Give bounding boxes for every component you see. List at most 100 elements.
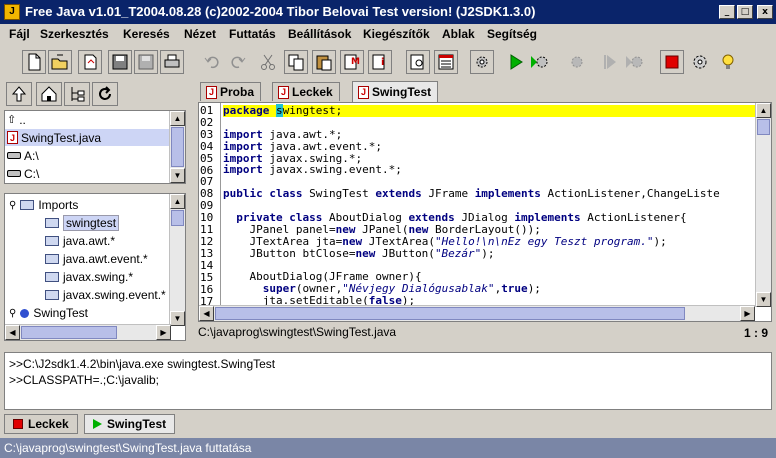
undo-icon[interactable]: [200, 50, 224, 74]
home-button[interactable]: [36, 82, 62, 106]
menu-settings[interactable]: Beállítások: [288, 27, 351, 41]
app-icon[interactable]: J: [4, 4, 20, 20]
list-item[interactable]: A:\: [5, 147, 171, 164]
cut-icon[interactable]: [256, 50, 280, 74]
menu-run[interactable]: Futtatás: [229, 27, 276, 41]
print-icon[interactable]: [160, 50, 184, 74]
tree-node-import[interactable]: javax.swing.*: [45, 268, 133, 286]
editor-hscrollbar[interactable]: ◀ ▶: [199, 305, 755, 321]
maximize-button[interactable]: □: [737, 5, 753, 19]
menu-bar: Fájl Szerkesztés Keresés Nézet Futtatás …: [0, 24, 776, 46]
save-all-icon[interactable]: [134, 50, 158, 74]
scroll-thumb[interactable]: [21, 326, 117, 339]
stop-icon[interactable]: [660, 50, 684, 74]
editor-vscrollbar[interactable]: ▲ ▼: [755, 103, 771, 307]
redo-icon[interactable]: [226, 50, 250, 74]
list-item-label: C:\: [24, 166, 40, 181]
preview-icon[interactable]: [406, 50, 430, 74]
output-console[interactable]: >>C:\J2sdk1.4.2\bin\java.exe swingtest.S…: [4, 352, 772, 410]
tree-node-label: swingtest: [63, 215, 120, 231]
tab-run-swingtest[interactable]: SwingTest: [84, 414, 176, 434]
step-icon[interactable]: [598, 50, 622, 74]
tree-node-class[interactable]: ⚲ SwingTest: [9, 304, 88, 322]
list-item[interactable]: C:\: [5, 165, 171, 182]
hint-icon[interactable]: [716, 50, 740, 74]
reload-icon[interactable]: [78, 50, 102, 74]
run-gear-icon[interactable]: [527, 50, 551, 74]
run-icon[interactable]: [504, 50, 528, 74]
code-area[interactable]: package swingtest; import java.awt.*; imp…: [223, 103, 755, 307]
menu-extensions[interactable]: Kiegészítők: [363, 27, 430, 41]
tree-view-button[interactable]: [64, 82, 90, 106]
go-up-button[interactable]: [6, 82, 32, 106]
package-icon: [45, 236, 59, 246]
expand-toggle-icon[interactable]: ⚲: [9, 308, 16, 319]
expand-toggle-icon[interactable]: ⚲: [9, 200, 16, 211]
java-file-icon: J: [278, 85, 289, 99]
tab-leckek[interactable]: J Leckek: [272, 82, 340, 101]
list-item[interactable]: ⇧ ..: [5, 111, 171, 128]
code-line: package swingtest;: [223, 104, 755, 117]
file-list-scrollbar[interactable]: ▲ ▼: [169, 111, 185, 183]
tree-node-import[interactable]: java.awt.event.*: [45, 250, 148, 268]
scroll-right-icon[interactable]: ▶: [740, 306, 755, 321]
scroll-up-icon[interactable]: ▲: [756, 103, 771, 118]
file-list: ⇧ .. J SwingTest.java A:\ C:\ ▲ ▼: [4, 110, 186, 184]
scroll-down-icon[interactable]: ▼: [756, 292, 771, 307]
menu-edit[interactable]: Szerkesztés: [40, 27, 109, 41]
minimize-button[interactable]: _: [719, 5, 735, 19]
step-gear-icon[interactable]: [622, 50, 646, 74]
tree-node-import[interactable]: java.awt.*: [45, 232, 115, 250]
tree-node-import[interactable]: javax.swing.event.*: [45, 286, 166, 304]
paste-icon[interactable]: [312, 50, 336, 74]
tree-scrollbar[interactable]: ▲ ▼: [169, 194, 185, 326]
close-button[interactable]: x: [757, 5, 773, 19]
tree-node-imports[interactable]: ⚲ Imports: [9, 196, 78, 214]
scroll-thumb[interactable]: [171, 210, 184, 226]
copy-icon[interactable]: [284, 50, 308, 74]
up-arrow-icon: ⇧: [7, 114, 17, 126]
refresh-button[interactable]: [92, 82, 118, 106]
open-file-icon[interactable]: [48, 50, 72, 74]
tree-node-label: Imports: [38, 198, 79, 212]
scroll-left-icon[interactable]: ◀: [5, 325, 20, 340]
debug-icon[interactable]: [565, 50, 589, 74]
scroll-up-icon[interactable]: ▲: [170, 111, 185, 126]
line-number: 13: [200, 246, 214, 260]
list-item[interactable]: J SwingTest.java: [5, 129, 171, 146]
menu-help[interactable]: Segítség: [487, 27, 537, 41]
tab-run-leckek[interactable]: Leckek: [4, 414, 78, 434]
menu-search[interactable]: Keresés: [123, 27, 170, 41]
scroll-thumb[interactable]: [757, 119, 770, 135]
mark-icon[interactable]: M: [340, 50, 364, 74]
window-title: Free Java v1.01_T2004.08.28 (c)2002-2004…: [25, 4, 536, 19]
line-number-gutter: 01 02 03 04 05 06 07 08 09 10 11 12 13 14 15 16 17: [199, 103, 221, 307]
scroll-left-icon[interactable]: ◀: [199, 306, 214, 321]
menu-file[interactable]: Fájl: [9, 27, 30, 41]
code-editor[interactable]: 01 02 03 04 05 06 07 08 09 10 11 12 13 14 15 16 17 packa…: [198, 102, 772, 322]
tab-swingtest[interactable]: J SwingTest: [352, 81, 439, 102]
new-file-icon[interactable]: [22, 50, 46, 74]
tree-node-import[interactable]: swingtest: [45, 214, 120, 232]
svg-text:i: i: [381, 57, 384, 68]
tree-hscrollbar[interactable]: ◀ ▶: [5, 324, 171, 340]
save-icon[interactable]: [108, 50, 132, 74]
menu-window[interactable]: Ablak: [442, 27, 475, 41]
settings-icon[interactable]: [688, 50, 712, 74]
scroll-thumb[interactable]: [215, 307, 685, 320]
compile-icon[interactable]: [470, 50, 494, 74]
scroll-thumb[interactable]: [171, 127, 184, 167]
scroll-right-icon[interactable]: ▶: [156, 325, 171, 340]
package-icon: [45, 218, 59, 228]
menu-view[interactable]: Nézet: [184, 27, 216, 41]
scroll-up-icon[interactable]: ▲: [170, 194, 185, 209]
tree-node-label: javax.swing.event.*: [63, 288, 166, 302]
status-text: C:\javaprog\swingtest\SwingTest.java fut…: [4, 441, 252, 455]
tab-proba[interactable]: J Proba: [200, 82, 262, 101]
scroll-down-icon[interactable]: ▼: [170, 168, 185, 183]
scroll-down-icon[interactable]: ▼: [170, 311, 185, 326]
class-view-icon[interactable]: [434, 50, 458, 74]
output-line: >>C:\J2sdk1.4.2\bin\java.exe swingtest.S…: [9, 357, 276, 371]
info-icon[interactable]: i: [368, 50, 392, 74]
stop-square-icon: [13, 419, 23, 429]
